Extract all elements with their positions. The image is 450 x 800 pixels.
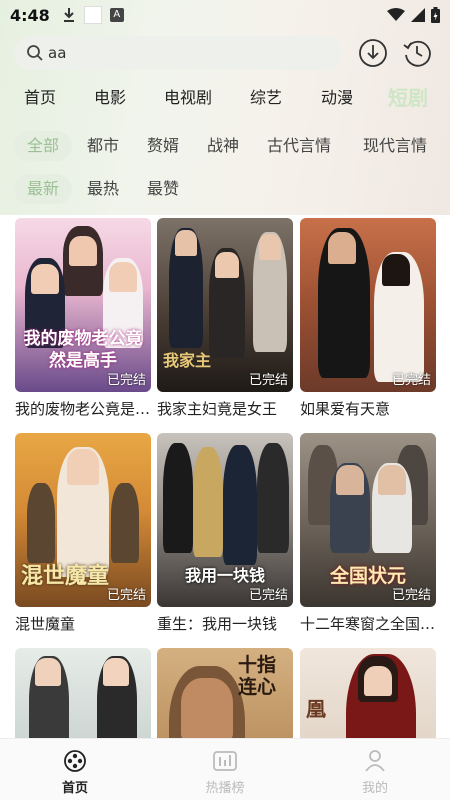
drama-title: 我的废物老公竟是高手 [15, 400, 151, 418]
drama-card[interactable]: 混世魔童 已完结 混世魔童 [15, 433, 151, 634]
genre-chip-son-in-law[interactable]: 赘婿 [134, 131, 192, 161]
status-badge: 已完结 [248, 588, 288, 603]
bottom-nav: 首页 热播榜 我的 [0, 738, 450, 800]
drama-title: 重生：我用一块钱 [157, 615, 278, 633]
drama-grid: 我的废物老公竟然是高手 已完结 我的废物老公竟是高手 我家主 已完结 我家主妇竟… [0, 215, 450, 740]
drama-title: 我家主妇竟是女王 [157, 400, 278, 418]
poster-title: 凰 [306, 697, 326, 721]
drama-poster: 全国状元 已完结 [300, 433, 436, 607]
battery-icon [431, 7, 440, 23]
sort-chip-latest[interactable]: 最新 [14, 174, 73, 204]
person-icon [365, 750, 385, 772]
poster-title: 我的废物老公竟然是高手 [23, 329, 143, 371]
drama-poster: 凰 [300, 648, 436, 740]
poster-title: 十指连心 [237, 654, 276, 698]
search-input[interactable]: aa [14, 36, 342, 70]
drama-card[interactable]: 已完结 如果爱有天意 [300, 218, 436, 419]
genre-filter-row: 全部 都市 赘婿 战神 古代言情 现代言情 [14, 131, 444, 161]
nav-profile[interactable]: 我的 [300, 739, 450, 800]
app-notification-icon: A [109, 8, 124, 22]
status-time: 4:48 [10, 5, 50, 25]
genre-chip-modern-romance[interactable]: 现代言情 [350, 131, 440, 161]
nav-hot-list[interactable]: 热播榜 [150, 739, 300, 800]
nav-profile-label: 我的 [361, 781, 388, 796]
drama-card[interactable]: 凰 [300, 648, 436, 740]
sort-chip-top-rated[interactable]: 最赞 [134, 174, 192, 204]
drama-card[interactable]: 全国状元 已完结 十二年寒窗之全国状元 [300, 433, 436, 634]
drama-poster: 我家主 已完结 [157, 218, 293, 392]
nav-hot-list-label: 热播榜 [205, 781, 245, 796]
tab-short-drama[interactable]: 短剧 [388, 82, 428, 111]
drama-card[interactable]: 我的废物老公竟然是高手 已完结 我的废物老公竟是高手 [15, 218, 151, 419]
drama-card[interactable]: 十指连心 [157, 648, 293, 740]
status-badge: 已完结 [106, 373, 146, 388]
drama-title: 如果爱有天意 [300, 400, 391, 418]
signal-icon [411, 8, 425, 22]
status-badge: 已完结 [391, 588, 431, 603]
drama-card[interactable]: 我家主 已完结 我家主妇竟是女王 [157, 218, 293, 419]
search-icon [27, 45, 43, 61]
category-tabs: 首页 电影 电视剧 综艺 动漫 短剧 [0, 84, 450, 112]
history-button[interactable] [400, 36, 434, 70]
status-badge: 已完结 [106, 588, 146, 603]
status-badge: 已完结 [248, 373, 288, 388]
sort-chip-hottest[interactable]: 最热 [74, 174, 132, 204]
genre-chip-urban[interactable]: 都市 [74, 131, 132, 161]
tab-movies[interactable]: 电影 [94, 84, 126, 108]
drama-title: 混世魔童 [15, 615, 76, 633]
drama-title: 十二年寒窗之全国状元 [300, 615, 436, 633]
status-bar: 4:48 A [0, 0, 450, 30]
drama-card[interactable] [15, 648, 151, 740]
drama-poster: 混世魔童 已完结 [15, 433, 151, 607]
drama-poster: 十指连心 [157, 648, 293, 740]
nav-home[interactable]: 首页 [0, 739, 150, 800]
tab-tv[interactable]: 电视剧 [164, 84, 212, 108]
tab-home[interactable]: 首页 [24, 84, 56, 108]
genre-chip-all[interactable]: 全部 [14, 131, 73, 161]
genre-chip-war-god[interactable]: 战神 [194, 131, 252, 161]
wifi-icon [387, 8, 405, 21]
tab-anime[interactable]: 动漫 [321, 84, 353, 108]
film-reel-icon [64, 750, 86, 772]
drama-poster: 我用一块钱 已完结 [157, 433, 293, 607]
genre-chip-ancient-romance[interactable]: 古代言情 [254, 131, 344, 161]
drama-poster [15, 648, 151, 740]
nav-home-label: 首页 [61, 781, 88, 796]
drama-card[interactable]: 我用一块钱 已完结 重生：我用一块钱 [157, 433, 293, 634]
status-badge: 已完结 [391, 373, 431, 388]
drama-poster: 我的废物老公竟然是高手 已完结 [15, 218, 151, 392]
tab-variety[interactable]: 综艺 [250, 84, 282, 108]
drama-poster: 已完结 [300, 218, 436, 392]
sort-filter-row: 最新 最热 最赞 [14, 174, 234, 204]
download-button[interactable] [356, 36, 390, 70]
search-row: aa [14, 36, 434, 70]
download-icon [63, 8, 74, 22]
search-value: aa [48, 44, 67, 62]
notification-icon [83, 6, 102, 24]
chart-icon [213, 751, 237, 771]
